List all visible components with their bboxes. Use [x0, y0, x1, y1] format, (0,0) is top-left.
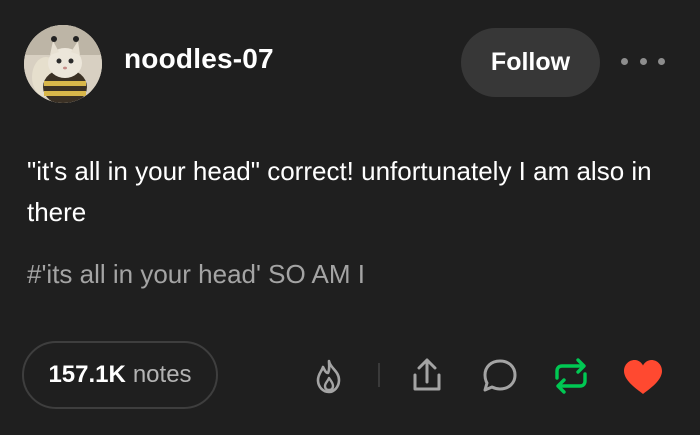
dot-icon	[639, 57, 647, 65]
notes-button[interactable]: 157.1K notes	[22, 341, 218, 409]
notes-count: 157.1K	[48, 361, 126, 388]
notes-label: notes	[132, 361, 192, 388]
follow-button[interactable]: Follow	[461, 28, 600, 97]
reply-icon[interactable]	[480, 356, 520, 396]
dot-icon	[658, 57, 665, 65]
post-card: noodles-07 Follow "it's all in your head…	[0, 0, 700, 435]
more-options-button[interactable]	[621, 46, 665, 76]
share-icon[interactable]	[408, 355, 446, 395]
divider	[378, 363, 380, 387]
post-body: "it's all in your head" correct! unfortu…	[27, 156, 652, 227]
like-icon[interactable]	[621, 357, 665, 397]
post-tags[interactable]: #'its all in your head' SO AM I	[27, 259, 365, 290]
avatar[interactable]	[24, 25, 102, 103]
fire-icon[interactable]	[310, 357, 348, 395]
reblog-icon[interactable]	[550, 356, 592, 396]
dot-icon	[621, 57, 628, 65]
username[interactable]: noodles-07	[124, 43, 274, 75]
